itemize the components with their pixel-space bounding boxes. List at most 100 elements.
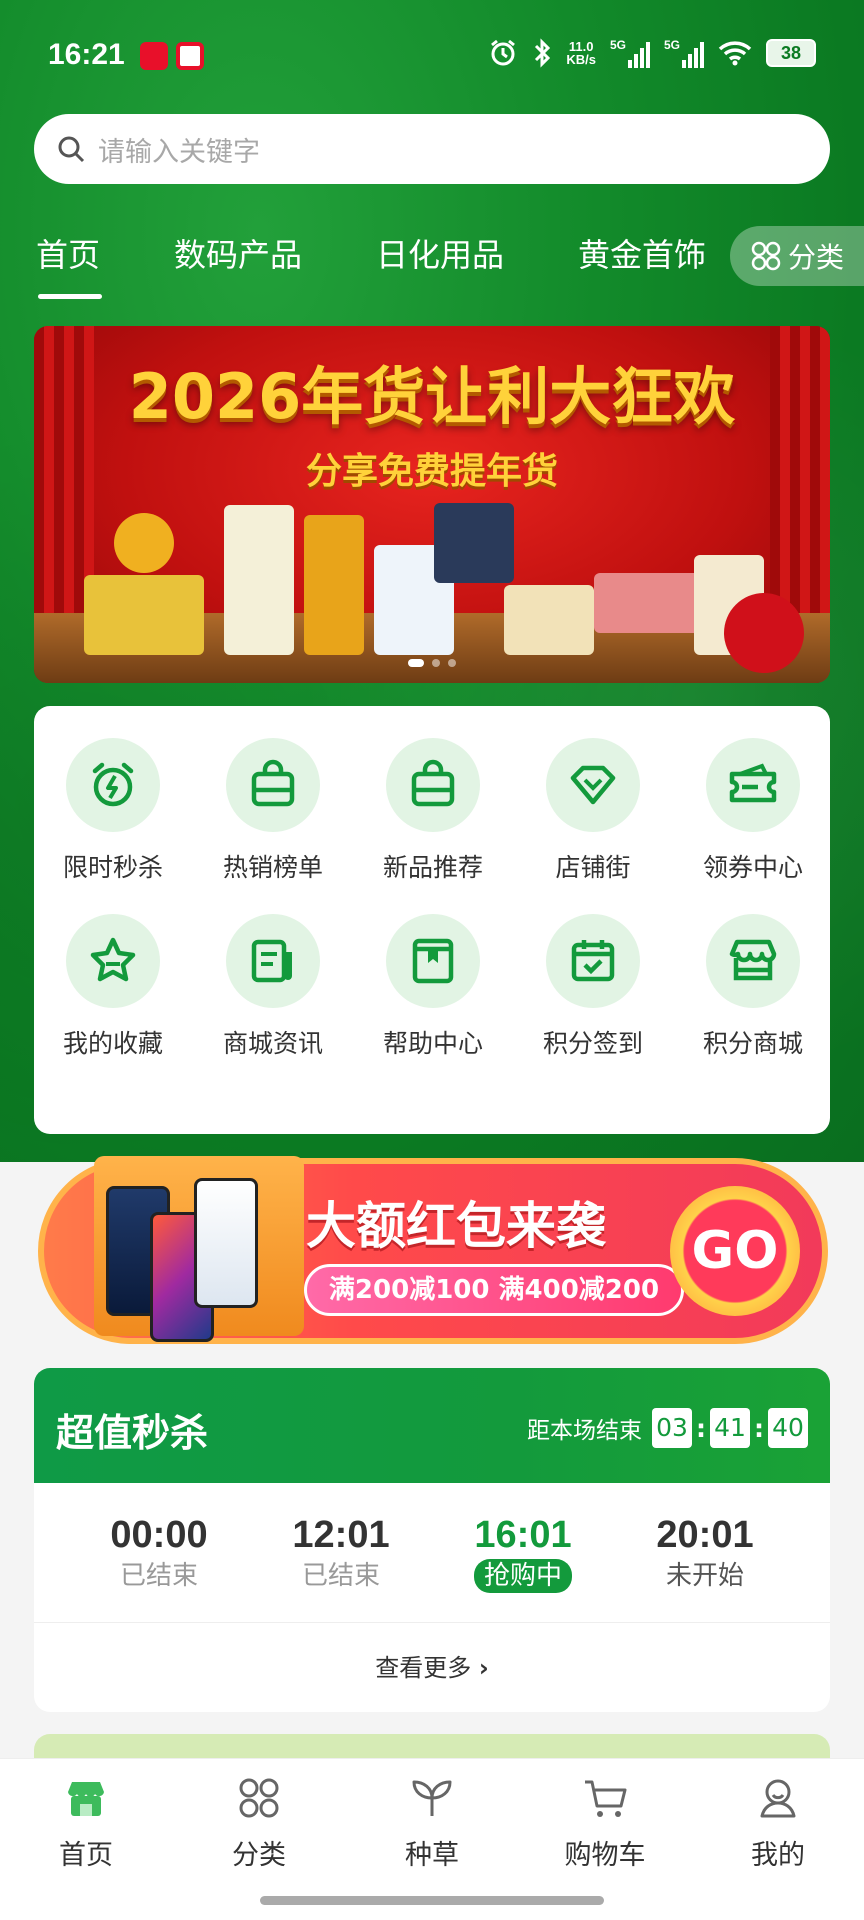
slot-time: 16:01	[474, 1514, 572, 1556]
user-icon	[760, 1779, 796, 1818]
wifi-icon	[718, 41, 752, 66]
divider	[34, 1622, 830, 1623]
status-bar: 16:21 11.0 KB/s 5G 5G 38	[0, 0, 864, 110]
signal-5g-2: 5G	[664, 38, 704, 68]
balloon-image	[114, 513, 174, 573]
nav-grass[interactable]: 种草	[362, 1773, 502, 1872]
shopping-bag-icon	[411, 759, 455, 807]
grid-item-hot-ranking[interactable]: 热销榜单	[198, 738, 348, 884]
red-packet-promo[interactable]: 大额红包来袭 满200减100 满400减200 GO	[38, 1156, 828, 1344]
oil-bottle-image	[224, 505, 294, 655]
flash-sale-title: 超值秒杀	[56, 1411, 209, 1455]
category-button-label: 分类	[788, 241, 845, 274]
slot-status-badge: 抢购中	[473, 1559, 572, 1593]
time-slot[interactable]: 20:01 未开始	[620, 1514, 790, 1592]
gift-box-image	[84, 575, 204, 655]
grid-label: 热销榜单	[222, 853, 323, 882]
notification-app-icon	[140, 42, 168, 70]
grid-label: 我的收藏	[62, 1029, 163, 1058]
grid-label: 商城资讯	[222, 1029, 323, 1058]
signal-5g-1: 5G	[610, 38, 650, 68]
home-store-icon	[68, 1782, 104, 1816]
status-time: 16:21	[48, 38, 125, 71]
banner-subtitle: 分享免费提年货	[305, 451, 558, 492]
sprout-icon	[412, 1780, 452, 1816]
nav-label: 分类	[232, 1840, 286, 1871]
grid-item-help-center[interactable]: 帮助中心	[358, 914, 508, 1060]
tab-daily-goods[interactable]: 日化用品	[376, 230, 504, 276]
product-box-image	[434, 503, 514, 583]
promo-banner[interactable]: 2026年货让利大狂欢 分享免费提年货	[34, 326, 830, 683]
tab-digital[interactable]: 数码产品	[174, 230, 302, 276]
category-button[interactable]: 分类	[730, 226, 864, 286]
slot-status: 未开始	[665, 1561, 744, 1591]
tab-home[interactable]: 首页	[36, 230, 100, 276]
phone-image	[194, 1178, 258, 1308]
grid-label: 积分签到	[542, 1029, 643, 1058]
grid-item-points-mall[interactable]: 积分商城	[678, 914, 828, 1060]
slot-status: 已结束	[301, 1561, 380, 1591]
grid-item-new-products[interactable]: 新品推荐	[358, 738, 508, 884]
nav-category[interactable]: 分类	[189, 1773, 329, 1872]
time-slot[interactable]: 00:00 已结束	[74, 1514, 244, 1592]
star-icon	[90, 937, 136, 982]
time-slot-active[interactable]: 16:01 抢购中	[438, 1514, 608, 1593]
countdown-label: 距本场结束	[527, 1418, 642, 1444]
shopping-bag-icon	[251, 759, 295, 807]
tab-gold-jewelry[interactable]: 黄金首饰	[578, 230, 706, 276]
grid-item-coupon-center[interactable]: 领券中心	[678, 738, 828, 884]
news-icon	[251, 939, 292, 983]
promo-offer: 满200减100 满400减200	[304, 1264, 684, 1316]
notification-app-icon	[176, 42, 204, 70]
view-more-label: 查看更多	[375, 1654, 472, 1682]
grid-item-points-checkin[interactable]: 积分签到	[518, 914, 668, 1060]
grid-icon	[751, 241, 781, 271]
diamond-icon	[570, 765, 616, 805]
countdown-seconds: 40	[768, 1408, 808, 1448]
nav-label: 种草	[405, 1840, 459, 1871]
go-button[interactable]: GO	[670, 1186, 800, 1316]
grid-item-favorites[interactable]: 我的收藏	[38, 914, 188, 1060]
countdown-hours: 03	[652, 1408, 692, 1448]
oil-bottle-image	[304, 515, 364, 655]
search-bar[interactable]: 请输入关键字	[34, 114, 830, 184]
grid-item-shop-street[interactable]: 店铺街	[518, 738, 668, 884]
nav-home[interactable]: 首页	[16, 1773, 156, 1872]
grid-icon	[239, 1778, 279, 1818]
eggs-image	[504, 585, 594, 655]
search-placeholder: 请输入关键字	[98, 136, 260, 168]
active-tab-indicator	[38, 294, 102, 299]
coupon-icon	[729, 763, 777, 803]
phones-image	[94, 1156, 304, 1342]
slot-time: 20:01	[656, 1514, 754, 1556]
battery-indicator: 38	[766, 39, 816, 67]
time-slot[interactable]: 12:01 已结束	[256, 1514, 426, 1592]
grid-label: 店铺街	[555, 853, 631, 882]
chevron-right-icon: ›	[478, 1654, 489, 1682]
promo-headline: 大额红包来袭	[306, 1197, 606, 1255]
nav-label: 首页	[59, 1840, 113, 1871]
home-indicator[interactable]	[260, 1896, 604, 1905]
countdown: 距本场结束 03 : 41 : 40	[527, 1408, 808, 1448]
grid-label: 新品推荐	[382, 853, 483, 882]
banner-title: 2026年货让利大狂欢	[128, 360, 736, 433]
calendar-check-icon	[571, 940, 615, 982]
store-icon	[729, 939, 777, 981]
alarm-icon	[491, 39, 516, 66]
slot-status: 已结束	[119, 1561, 198, 1591]
alarm-clock-icon	[92, 762, 134, 807]
grid-label: 领券中心	[702, 853, 803, 882]
view-more-link[interactable]: 查看更多 ›	[34, 1648, 830, 1683]
nav-label: 购物车	[564, 1840, 646, 1871]
nav-cart[interactable]: 购物车	[535, 1773, 675, 1872]
bluetooth-icon	[535, 38, 551, 68]
cart-icon	[585, 1780, 627, 1817]
quick-entry-grid: 限时秒杀 热销榜单 新品推荐 店铺街 领券中心 我的收藏 商城资讯 帮助中心 积…	[34, 706, 830, 1134]
grid-label: 帮助中心	[382, 1029, 483, 1058]
book-icon	[412, 938, 454, 984]
nav-profile[interactable]: 我的	[708, 1773, 848, 1872]
grid-item-flash-sale[interactable]: 限时秒杀	[38, 738, 188, 884]
network-speed: 11.0 KB/s	[566, 39, 596, 67]
grid-item-mall-news[interactable]: 商城资讯	[198, 914, 348, 1060]
slot-time: 00:00	[110, 1514, 208, 1556]
